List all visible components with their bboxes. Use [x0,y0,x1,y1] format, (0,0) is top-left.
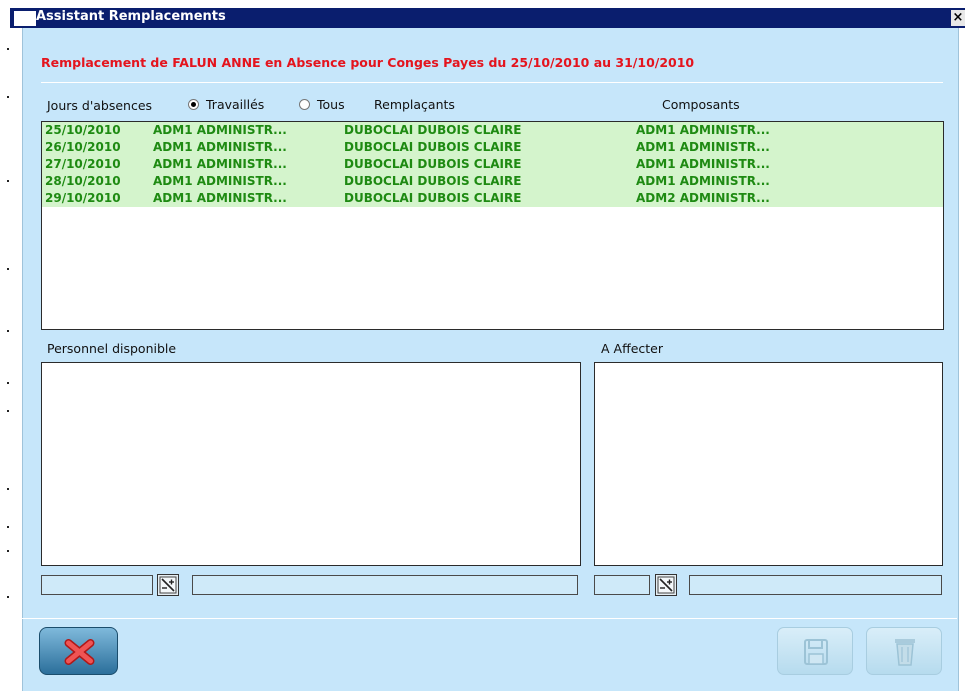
delete-button[interactable] [866,627,942,675]
affecter-code-field[interactable] [594,575,650,595]
affecter-search-button[interactable] [655,574,677,596]
table-row[interactable]: 28/10/2010 ADM1 ADMINISTR... DUBOCLAI DU… [42,173,943,190]
header-divider [41,82,943,83]
a-affecter-list[interactable] [594,362,943,566]
affecter-name-field[interactable] [689,575,942,595]
personnel-disponible-label: Personnel disponible [47,341,177,356]
row-remplacant: DUBOCLAI DUBOIS CLAIRE [344,123,522,137]
row-composant: ADM1 ADMINISTR... [153,191,287,205]
radio-tous-label[interactable]: Tous [317,97,345,112]
close-icon [64,639,95,665]
row-composant: ADM1 ADMINISTR... [153,157,287,171]
footer-divider [22,618,957,619]
cancel-button[interactable] [39,627,118,675]
row-date: 26/10/2010 [45,140,121,154]
column-header-composants: Composants [662,97,740,112]
window-menu-icon[interactable] [14,11,36,26]
row-composant: ADM1 ADMINISTR... [153,174,287,188]
row-composant: ADM1 ADMINISTR... [153,123,287,137]
table-row[interactable]: 27/10/2010 ADM1 ADMINISTR... DUBOCLAI DU… [42,156,943,173]
save-button[interactable] [777,627,853,675]
table-row[interactable]: 29/10/2010 ADM1 ADMINISTR... DUBOCLAI DU… [42,190,943,207]
column-header-remplacants: Remplaçants [374,97,455,112]
row-remplacant: DUBOCLAI DUBOIS CLAIRE [344,174,522,188]
table-row[interactable]: 26/10/2010 ADM1 ADMINISTR... DUBOCLAI DU… [42,139,943,156]
window-close-button[interactable]: × [951,10,965,26]
row-composant-assigned: ADM1 ADMINISTR... [636,123,770,137]
row-composant-assigned: ADM1 ADMINISTR... [636,157,770,171]
personnel-code-field[interactable] [41,575,153,595]
row-remplacant: DUBOCLAI DUBOIS CLAIRE [344,157,522,171]
title-bar: Assistant Remplacements × [10,8,965,28]
search-filter-icon [657,576,675,594]
replacement-header-message: Remplacement de FALUN ANNE en Absence po… [41,55,695,70]
row-remplacant: DUBOCLAI DUBOIS CLAIRE [344,140,522,154]
replacement-days-list[interactable]: 25/10/2010 ADM1 ADMINISTR... DUBOCLAI DU… [41,121,944,330]
row-composant: ADM1 ADMINISTR... [153,140,287,154]
row-date: 28/10/2010 [45,174,121,188]
row-date: 29/10/2010 [45,191,121,205]
row-date: 25/10/2010 [45,123,121,137]
radio-travailles[interactable] [188,99,199,110]
personnel-search-button[interactable] [157,574,179,596]
row-date: 27/10/2010 [45,157,121,171]
table-row[interactable]: 25/10/2010 ADM1 ADMINISTR... DUBOCLAI DU… [42,122,943,139]
trash-icon [895,639,915,666]
jours-absences-label: Jours d'absences [47,98,153,113]
search-filter-icon [159,576,177,594]
row-remplacant: DUBOCLAI DUBOIS CLAIRE [344,191,522,205]
row-composant-assigned: ADM1 ADMINISTR... [636,174,770,188]
personnel-disponible-list[interactable] [41,362,581,566]
floppy-disk-icon [804,639,828,665]
radio-tous[interactable] [299,99,310,110]
personnel-name-field[interactable] [192,575,578,595]
radio-travailles-label[interactable]: Travaillés [206,97,264,112]
window-title: Assistant Remplacements [36,9,226,24]
row-composant-assigned: ADM1 ADMINISTR... [636,140,770,154]
a-affecter-label: A Affecter [601,341,663,356]
row-composant-assigned: ADM2 ADMINISTR... [636,191,770,205]
